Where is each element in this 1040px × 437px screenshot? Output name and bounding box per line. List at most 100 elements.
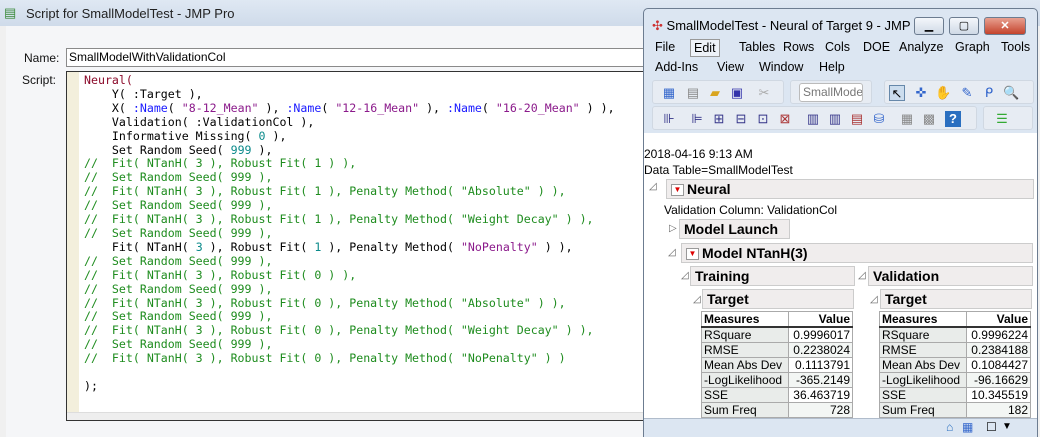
new-script-icon[interactable]: ▤ (685, 85, 701, 101)
code-line: ); (84, 379, 615, 394)
code-token: ), (419, 100, 448, 115)
grid-icon[interactable]: ▦ (899, 111, 915, 127)
disclosure-open-icon[interactable]: ◿ (649, 181, 657, 192)
window-select-icon[interactable]: ☐ (986, 420, 997, 434)
menu-analyze[interactable]: Analyze (896, 39, 946, 55)
menu-tables[interactable]: Tables (736, 39, 778, 55)
code-token: // Fit( NTanH( 3 ), Robust Fit( 0 ), Pen… (84, 323, 594, 338)
menu-addins[interactable]: Add-Ins (652, 59, 701, 75)
validation-target-header[interactable]: Target (880, 289, 1032, 309)
measure-value: 0.2384188 (966, 342, 1031, 358)
maximize-button[interactable]: ▢ (949, 17, 979, 35)
training-target-header[interactable]: Target (702, 289, 854, 309)
menu-cols[interactable]: Cols (822, 39, 853, 55)
partition-icon[interactable]: ⊟ (733, 111, 749, 127)
neural-outline-header[interactable]: ▼ Neural (666, 179, 1034, 199)
menu-edit[interactable]: Edit (690, 39, 720, 57)
help-icon[interactable]: ? (945, 111, 961, 127)
close-button[interactable]: ✕ (984, 17, 1026, 35)
stack-icon[interactable]: ▤ (849, 111, 865, 127)
magnifier-tool-icon[interactable]: 🔍 (1003, 85, 1019, 101)
measure-name: RMSE (701, 342, 789, 358)
measures-column-header[interactable]: Measures (879, 311, 967, 328)
cut-icon[interactable]: ✂ (756, 85, 772, 101)
menu-graph[interactable]: Graph (952, 39, 993, 55)
concatenate-icon[interactable]: ▥ (827, 111, 843, 127)
table-row: SSE 10.345519 (879, 387, 1031, 403)
disclosure-open-icon[interactable]: ◿ (858, 270, 866, 281)
code-token: 3 (195, 239, 203, 254)
validation-header[interactable]: Validation (868, 266, 1033, 286)
code-token: ), (251, 142, 273, 157)
table-row: -LogLikelihood -365.2149 (701, 372, 853, 388)
disclosure-open-icon[interactable]: ◿ (693, 294, 701, 305)
join-icon[interactable]: ▥ (805, 111, 821, 127)
report-content: 2018-04-16 9:13 AM Data Table=SmallModel… (644, 133, 1037, 418)
new-table-icon[interactable]: ▦ (661, 85, 677, 101)
code-line: // Fit( NTanH( 3 ), Robust Fit( 1 ), Pen… (84, 212, 615, 227)
menu-view[interactable]: View (714, 59, 747, 75)
lasso-tool-icon[interactable]: ᑭ (981, 85, 997, 101)
cluster-icon[interactable]: ⊠ (777, 111, 793, 127)
dropdown-arrow-icon[interactable]: ▼ (1002, 421, 1012, 432)
script-editor[interactable]: Neural( Y( :Target ), X( :Name( "8-12_Me… (66, 71, 646, 421)
table-combo[interactable]: SmallMode (799, 83, 863, 102)
code-line: Informative Missing( 0 ), (84, 129, 615, 144)
save-icon[interactable]: ▣ (729, 85, 745, 101)
measure-name: RSquare (701, 326, 789, 343)
disclosure-closed-icon[interactable]: ▷ (669, 223, 677, 234)
minimize-button[interactable]: ▁ (914, 17, 944, 35)
disclosure-open-icon[interactable]: ◿ (870, 294, 878, 305)
training-measures-table: Measures Value RSquare 0.9996017 RMSE 0.22380… (701, 311, 853, 418)
menu-file[interactable]: File (652, 39, 678, 55)
table-view-icon[interactable]: ▦ (962, 420, 973, 434)
fit-y-by-x-icon[interactable]: ⊪ (661, 111, 677, 127)
training-header[interactable]: Training (690, 266, 855, 286)
code-token: // Set Random Seed( 999 ), (84, 281, 273, 296)
code-token: ) ), (537, 239, 573, 254)
tree-icon[interactable]: ⊡ (755, 111, 771, 127)
red-triangle-menu-icon[interactable]: ▼ (686, 248, 699, 261)
code-token: ( (167, 100, 182, 115)
code-token: Set Random Seed( (84, 142, 231, 157)
code-token: // Fit( NTanH( 3 ), Robust Fit( 1 ), Pen… (84, 212, 594, 227)
model-launch-header[interactable]: Model Launch (679, 219, 790, 239)
report-window: ✣ SmallModelTest - Neural of Target 9 - … (643, 8, 1038, 437)
disclosure-open-icon[interactable]: ◿ (668, 247, 676, 258)
bar-chart-icon[interactable]: ☰ (994, 111, 1010, 127)
code-token: :Name (286, 100, 322, 115)
home-icon[interactable]: ⌂ (946, 420, 953, 434)
database-icon[interactable]: ⛁ (871, 111, 887, 127)
horizontal-scrollbar[interactable] (67, 412, 645, 420)
hand-tool-icon[interactable]: ✋ (935, 85, 951, 101)
menu-rows[interactable]: Rows (780, 39, 817, 55)
code-line: Validation( :ValidationCol ), (84, 114, 615, 130)
value-column-header[interactable]: Value (966, 311, 1031, 328)
disclosure-open-icon[interactable]: ◿ (681, 270, 689, 281)
menu-tools[interactable]: Tools (998, 39, 1033, 55)
arrow-tool-icon[interactable]: ↖ (889, 85, 905, 101)
search-table-icon[interactable]: ▩ (921, 111, 937, 127)
name-input[interactable]: SmallModelWithValidationCol (66, 48, 646, 67)
open-folder-icon[interactable]: ▰ (707, 85, 723, 101)
crosshair-tool-icon[interactable]: ✜ (913, 85, 929, 101)
menu-help[interactable]: Help (816, 59, 848, 75)
code-token: Validation( :ValidationCol ), (84, 114, 315, 129)
model-ntanh-header[interactable]: ▼ Model NTanH(3) (681, 243, 1033, 263)
timestamp: 2018-04-16 9:13 AM (644, 147, 753, 161)
table-row: RMSE 0.2384188 (879, 342, 1031, 358)
menu-window[interactable]: Window (756, 59, 806, 75)
code-token: Fit( NTanH( (84, 239, 196, 254)
script-code[interactable]: Neural( Y( :Target ), X( :Name( "8-12_Me… (84, 73, 615, 394)
neural-title: Neural (687, 181, 731, 197)
value-column-header[interactable]: Value (788, 311, 853, 328)
toolbar-table: SmallMode (790, 80, 872, 104)
fit-model-icon[interactable]: ⊞ (711, 111, 727, 127)
brush-tool-icon[interactable]: ✎ (959, 85, 975, 101)
measures-column-header[interactable]: Measures (701, 311, 789, 328)
menu-doe[interactable]: DOE (860, 39, 893, 55)
measure-value: 0.9996017 (788, 326, 853, 343)
distribution-icon[interactable]: ⊫ (689, 111, 705, 127)
toolbar-file: ▦ ▤ ▰ ▣ ✂ (652, 80, 784, 104)
red-triangle-menu-icon[interactable]: ▼ (671, 184, 684, 197)
